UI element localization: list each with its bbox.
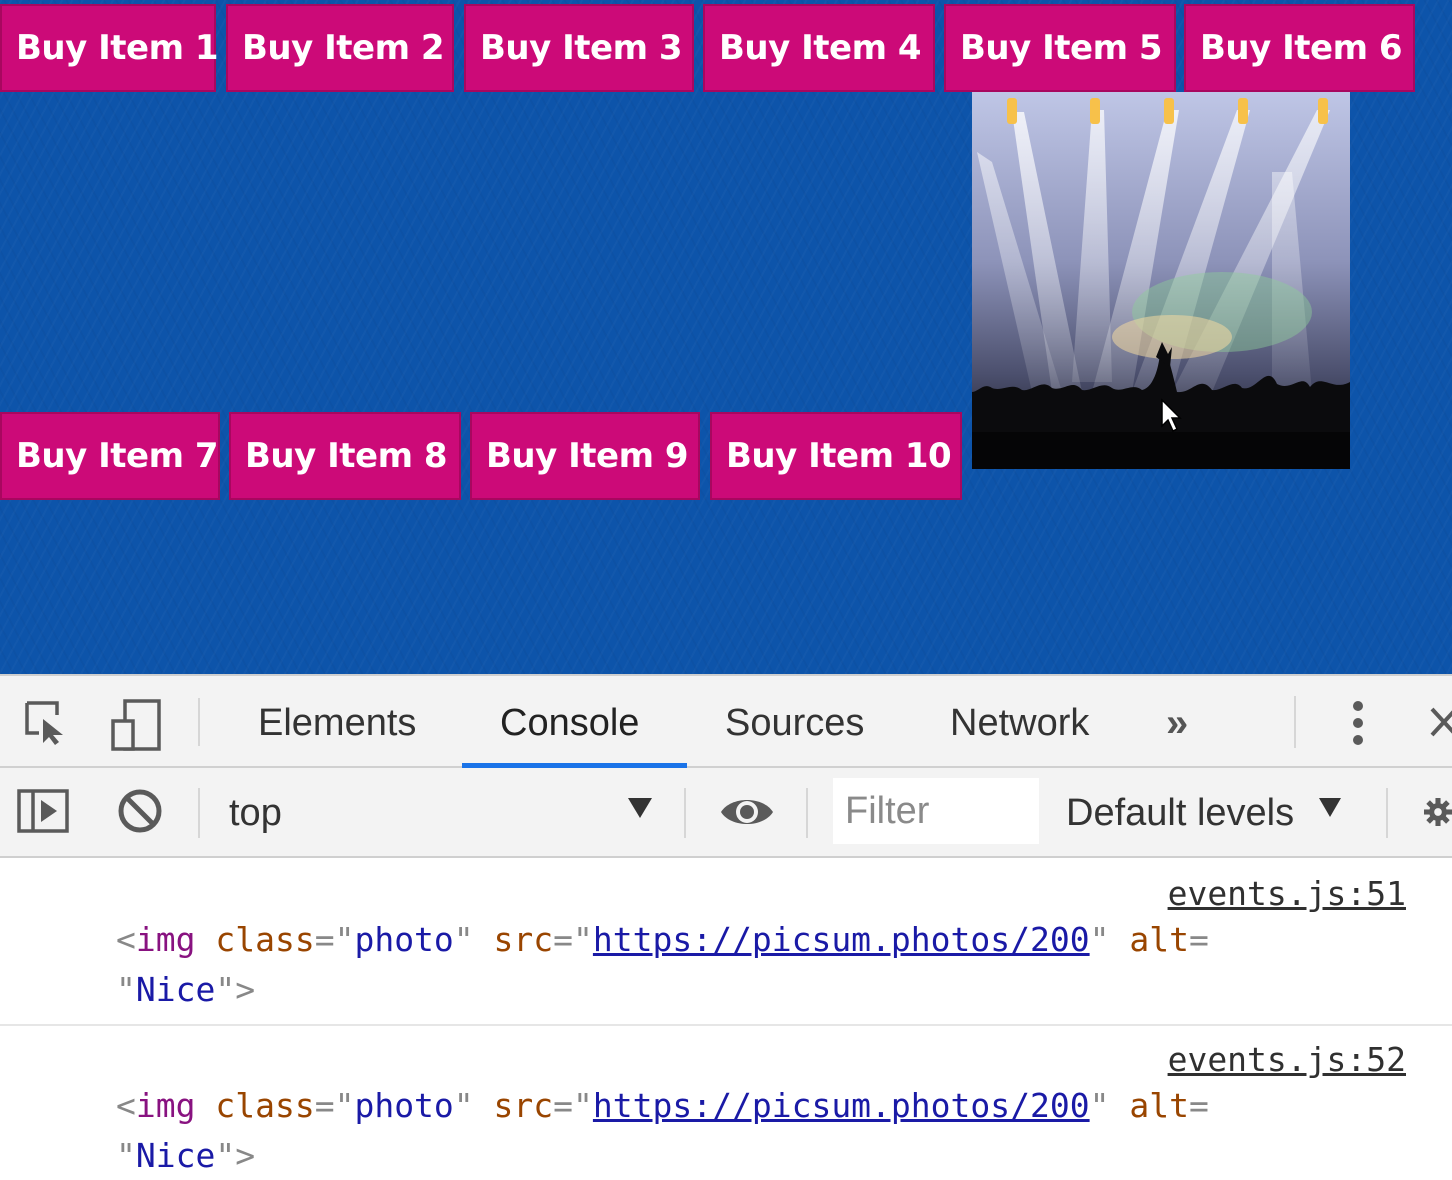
toolbar-divider xyxy=(806,788,808,838)
buy-item-4-button[interactable]: Buy Item 4 xyxy=(703,4,935,92)
code-token: =" xyxy=(553,1086,593,1125)
code-token: =" xyxy=(314,1086,355,1125)
live-expression-icon[interactable] xyxy=(718,790,776,834)
code-token: img xyxy=(135,920,196,959)
toolbar-divider xyxy=(198,698,200,746)
code-token: class xyxy=(215,920,315,959)
show-sidebar-icon[interactable] xyxy=(14,786,72,836)
toolbar-divider xyxy=(198,788,200,838)
code-token: " xyxy=(453,920,474,959)
filter-input[interactable] xyxy=(833,778,1039,844)
code-token: " xyxy=(215,1136,236,1175)
console-message: events.js:51 <img class="photo" src="htt… xyxy=(0,860,1452,1024)
code-token: =" xyxy=(314,920,355,959)
code-token: Nice xyxy=(135,1136,216,1175)
kebab-menu-icon[interactable] xyxy=(1340,696,1376,750)
code-token: =" xyxy=(553,920,593,959)
tab-sources[interactable]: Sources xyxy=(725,676,864,766)
code-token: src xyxy=(493,1086,554,1125)
gear-icon[interactable] xyxy=(1424,790,1452,834)
page-viewport: Buy Item 1 Buy Item 2 Buy Item 3 Buy Ite… xyxy=(0,0,1452,674)
toolbar-divider xyxy=(1386,788,1388,838)
code-token: = xyxy=(1188,1086,1209,1125)
code-token: < xyxy=(116,920,136,959)
buy-item-9-button[interactable]: Buy Item 9 xyxy=(470,412,700,500)
code-token: alt xyxy=(1129,920,1189,959)
code-token: " xyxy=(116,1136,136,1175)
code-token: " xyxy=(215,970,236,1009)
console-toolbar: top Default levels xyxy=(0,768,1452,858)
buy-item-5-button[interactable]: Buy Item 5 xyxy=(944,4,1176,92)
tab-network[interactable]: Network xyxy=(950,676,1089,766)
src-url-link[interactable]: https://picsum.photos/200 xyxy=(593,1086,1090,1125)
code-token: " xyxy=(1089,920,1110,959)
code-token: alt xyxy=(1129,1086,1189,1125)
log-line: <img class="photo" src="https://picsum.p… xyxy=(116,1086,1209,1125)
tab-console[interactable]: Console xyxy=(500,676,639,766)
src-url-link[interactable]: https://picsum.photos/200 xyxy=(593,920,1090,959)
code-token: Nice xyxy=(135,970,216,1009)
log-line: <img class="photo" src="https://picsum.p… xyxy=(116,920,1209,959)
buy-item-6-button[interactable]: Buy Item 6 xyxy=(1184,4,1415,92)
buy-item-7-button[interactable]: Buy Item 7 xyxy=(0,412,220,500)
buy-item-3-button[interactable]: Buy Item 3 xyxy=(464,4,694,92)
code-token: > xyxy=(235,1136,256,1175)
buy-item-8-button[interactable]: Buy Item 8 xyxy=(229,412,461,500)
buy-item-2-button[interactable]: Buy Item 2 xyxy=(226,4,454,92)
devtools-panel: Elements Console Sources Network » top F… xyxy=(0,674,1452,1178)
code-token: " xyxy=(453,1086,474,1125)
levels-dropdown-icon[interactable] xyxy=(1319,798,1341,817)
toolbar-divider xyxy=(684,788,686,838)
code-token: " xyxy=(1089,1086,1110,1125)
console-message: events.js:52 <img class="photo" src="htt… xyxy=(0,1026,1452,1180)
code-token: > xyxy=(235,970,256,1009)
source-link[interactable]: events.js:52 xyxy=(1168,1040,1406,1079)
code-token: img xyxy=(135,1086,196,1125)
tab-elements[interactable]: Elements xyxy=(258,676,416,766)
source-link[interactable]: events.js:51 xyxy=(1168,874,1406,913)
device-toolbar-icon[interactable] xyxy=(104,694,166,756)
code-token: < xyxy=(116,1086,136,1125)
code-token: src xyxy=(493,920,554,959)
context-dropdown-icon[interactable] xyxy=(628,798,652,818)
code-token: photo xyxy=(354,920,454,959)
toolbar-divider xyxy=(1294,696,1296,748)
buy-item-1-button[interactable]: Buy Item 1 xyxy=(0,4,219,92)
context-selector[interactable]: top xyxy=(229,768,282,856)
log-line: "Nice"> xyxy=(116,1136,255,1175)
more-tabs-icon[interactable]: » xyxy=(1166,676,1188,766)
log-levels-dropdown[interactable]: Default levels xyxy=(1066,768,1294,856)
code-token: = xyxy=(1188,920,1209,959)
buy-item-10-button[interactable]: Buy Item 10 xyxy=(710,412,962,500)
code-token: class xyxy=(215,1086,315,1125)
clear-console-icon[interactable] xyxy=(114,785,166,837)
concert-photo xyxy=(972,92,1350,469)
inspect-element-icon[interactable] xyxy=(18,694,74,750)
code-token: " xyxy=(116,970,136,1009)
close-icon[interactable] xyxy=(1426,704,1452,740)
devtools-tab-bar: Elements Console Sources Network » xyxy=(0,676,1452,768)
code-token: photo xyxy=(354,1086,454,1125)
log-line: "Nice"> xyxy=(116,970,255,1009)
